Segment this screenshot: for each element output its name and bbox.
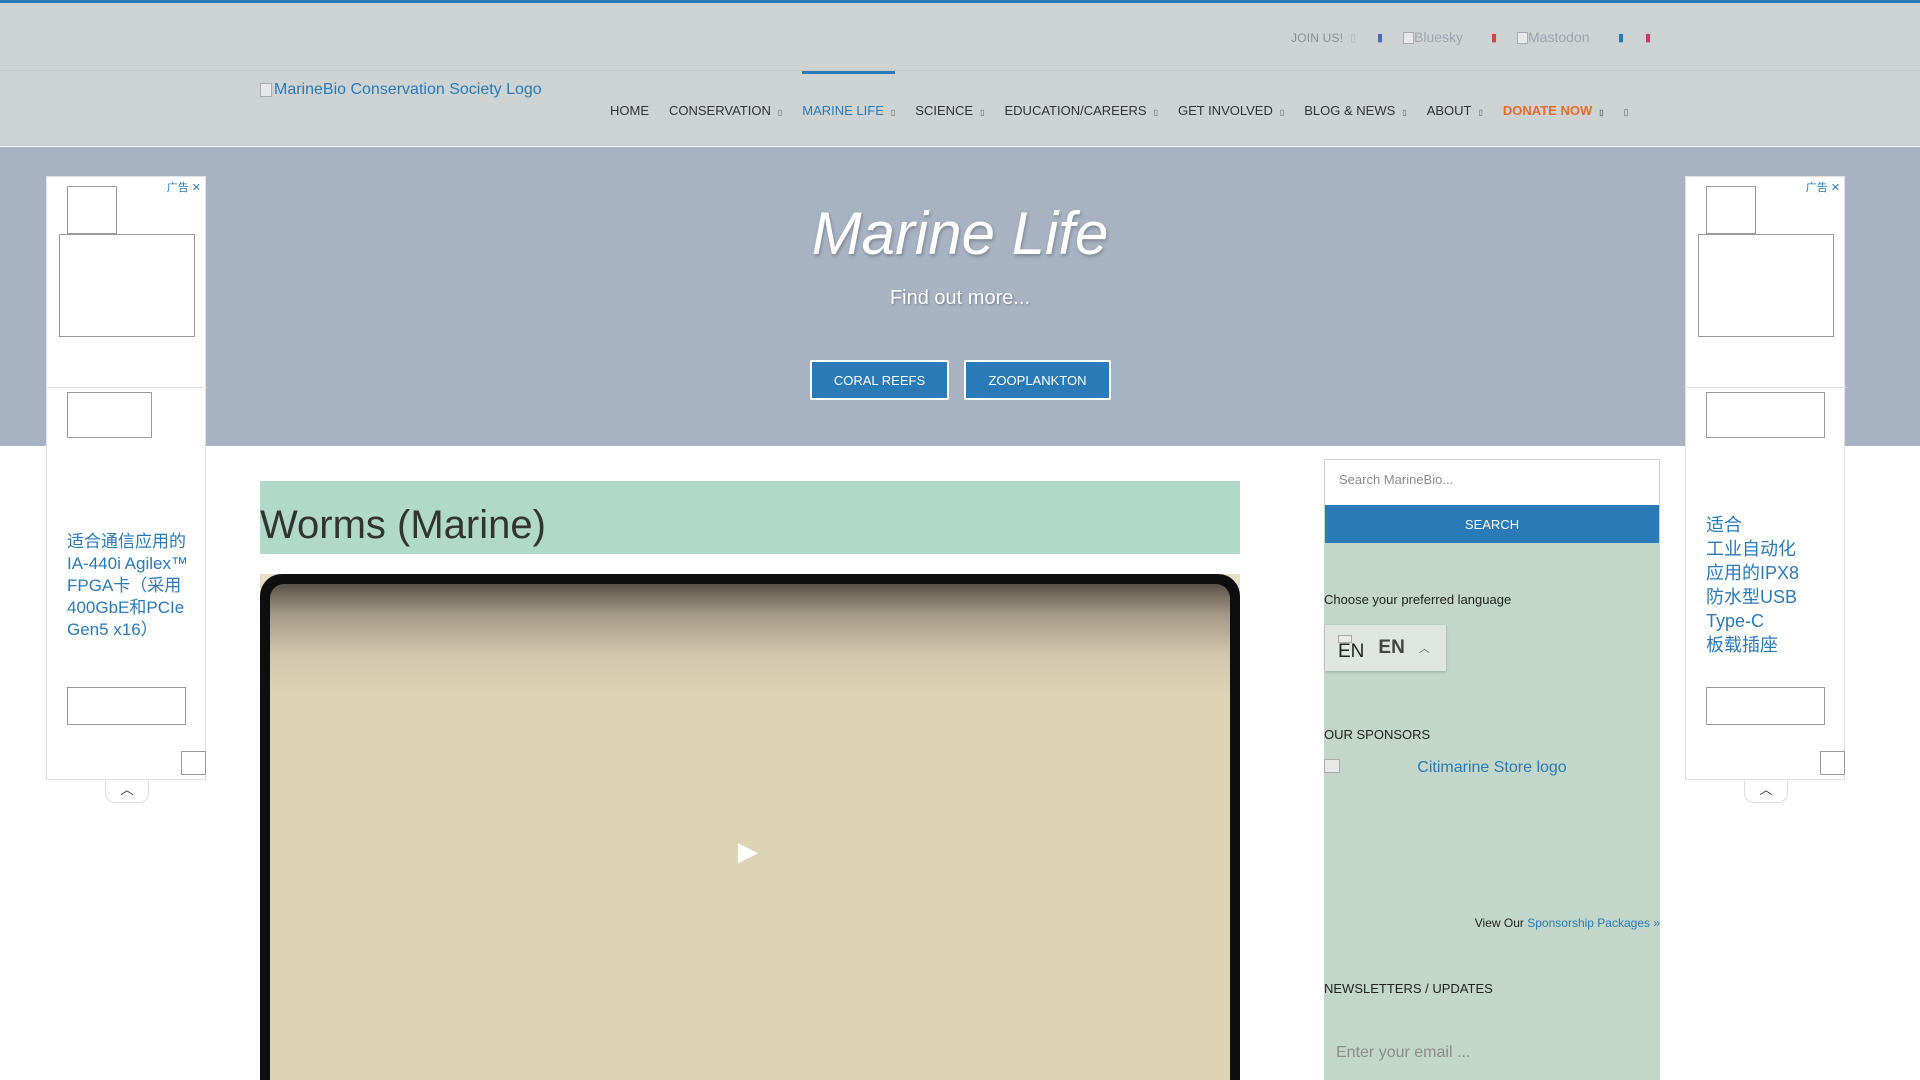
page-title: Worms (Marine) [260,503,546,547]
linkedin-icon[interactable]: ▮ [1618,31,1624,44]
sponsor-logo[interactable]: Citimarine Store logo [1324,759,1660,777]
search-field[interactable] [1324,459,1660,505]
ad-divider [1686,387,1846,388]
facebook-icon[interactable]: ▮ [1377,31,1383,44]
caret-down-icon: ▯ [980,108,985,117]
ad-headline[interactable]: 适合 工业自动化 应用的IPX8 防水型USB Type-C 板载插座 [1706,513,1836,657]
zooplankton-button[interactable]: ZOOPLANKTON [964,360,1111,400]
nav-home[interactable]: HOME [610,71,649,146]
language-code: EN [1378,637,1405,658]
play-icon[interactable]: ▶ [738,836,758,867]
nav-about[interactable]: ABOUT ▯ [1427,71,1483,146]
hero-title: Marine Life [811,200,1109,267]
caret-down-icon: ▯ [777,108,783,117]
caret-down-icon: ▯ [1279,108,1285,117]
language-selector[interactable]: EN EN ︿ [1325,625,1446,671]
chevron-up-icon: ︿ [1418,643,1430,655]
right-side-ad[interactable]: 广告 ✕ 适合 工业自动化 应用的IPX8 防水型USB Type-C 板载插座… [1685,176,1846,803]
video-frame [260,574,1240,1080]
ad-logo-placeholder[interactable] [1820,751,1845,775]
video-player[interactable]: ▶ [260,574,1240,1080]
ad-cta-placeholder[interactable] [67,687,186,725]
newsletter-heading: NEWSLETTERS / UPDATES [1324,981,1493,996]
sidebar: SEARCH Choose your preferred language EN… [1324,459,1660,1080]
site-header: MarineBio Conservation Society Logo HOME… [0,71,1920,146]
ad-headline[interactable]: 适合通信应用的IA-440i Agilex™ FPGA卡（采用400GbE和PC… [67,531,191,641]
email-input[interactable] [1324,1034,1660,1072]
ad-cta-placeholder[interactable] [1706,687,1825,725]
main-nav: HOME CONSERVATION ▯ MARINE LIFE ▯ SCIENCE ▯… [610,71,1649,146]
ad-close-icon[interactable]: ✕ [192,182,201,194]
caret-down-icon: ▯ [1153,108,1158,117]
coral-reefs-button[interactable]: CORAL REEFS [810,360,949,400]
ad-image-placeholder[interactable] [67,392,152,438]
nav-search-icon[interactable]: ▯ [1624,71,1629,146]
ad-image-placeholder[interactable] [59,234,195,337]
ad-collapse-chevron-up-icon[interactable]: ︿ [105,781,149,803]
nav-get-involved[interactable]: GET INVOLVED ▯ [1178,71,1284,146]
nav-education-careers[interactable]: EDUCATION/CAREERS ▯ [1005,71,1158,146]
ad-image-placeholder[interactable] [1706,186,1756,234]
ad-image-placeholder[interactable] [67,186,117,234]
broken-image-icon [1324,759,1340,773]
broken-image-icon [260,83,272,97]
youtube-icon[interactable]: ▮ [1491,31,1497,44]
join-dropdown-icon[interactable]: ▯ [1350,31,1356,44]
search-button[interactable]: SEARCH [1325,505,1659,543]
caret-down-icon: ▯ [1599,108,1604,117]
ad-image-placeholder[interactable] [1706,392,1825,438]
hero-banner: Marine Life Find out more... CORAL REEFS… [0,147,1920,446]
video-screen[interactable] [270,584,1230,1080]
nav-science[interactable]: SCIENCE ▯ [915,71,984,146]
language-label: Choose your preferred language [1324,592,1512,607]
sponsor-logo-alt: Citimarine Store logo [1417,759,1567,776]
logo-alt-text: MarineBio Conservation Society Logo [274,81,542,98]
ad-collapse-chevron-up-icon[interactable]: ︿ [1744,781,1788,803]
nav-donate-now[interactable]: DONATE NOW ▯ [1503,71,1604,146]
email-field[interactable] [1324,1034,1660,1080]
ad-choices-label[interactable]: 广告 ✕ [1806,179,1840,195]
view-sponsorship-text: View Our Sponsorship Packages » [1474,916,1660,930]
caret-down-icon: ▯ [1402,108,1407,117]
instagram-icon[interactable]: ▮ [1645,31,1651,44]
ad-image-placeholder[interactable] [1698,234,1834,337]
left-side-ad[interactable]: 广告 ✕ 适合通信应用的IA-440i Agilex™ FPGA卡（采用400G… [46,176,207,803]
nav-marine-life[interactable]: MARINE LIFE ▯ [802,71,896,146]
nav-blog-news[interactable]: BLOG & NEWS ▯ [1304,71,1406,146]
top-bar: JOIN US! ▯ ▮ Bluesky ▮ Mastodon ▮ ▮ [0,3,1920,71]
sponsorship-packages-link[interactable]: Sponsorship Packages » [1527,916,1660,930]
page-title-bar: Worms (Marine) [260,481,1240,554]
site-logo[interactable]: MarineBio Conservation Society Logo [260,81,542,99]
ad-logo-placeholder[interactable] [181,751,206,775]
nav-conservation[interactable]: CONSERVATION ▯ [669,71,782,146]
mastodon-icon[interactable]: Mastodon [1517,29,1589,45]
caret-down-icon: ▯ [890,108,896,117]
search-input[interactable] [1325,460,1659,499]
hero-subtitle: Find out more... [889,287,1031,309]
caret-down-icon: ▯ [1478,108,1483,117]
language-flag-icon: EN [1338,635,1364,661]
sponsors-heading: OUR SPONSORS [1324,727,1431,742]
ad-divider [47,387,207,388]
ad-choices-label[interactable]: 广告 ✕ [167,179,201,195]
bluesky-icon[interactable]: Bluesky [1403,29,1463,45]
ad-close-icon[interactable]: ✕ [1831,182,1840,194]
join-us-link[interactable]: JOIN US! [1291,31,1343,45]
